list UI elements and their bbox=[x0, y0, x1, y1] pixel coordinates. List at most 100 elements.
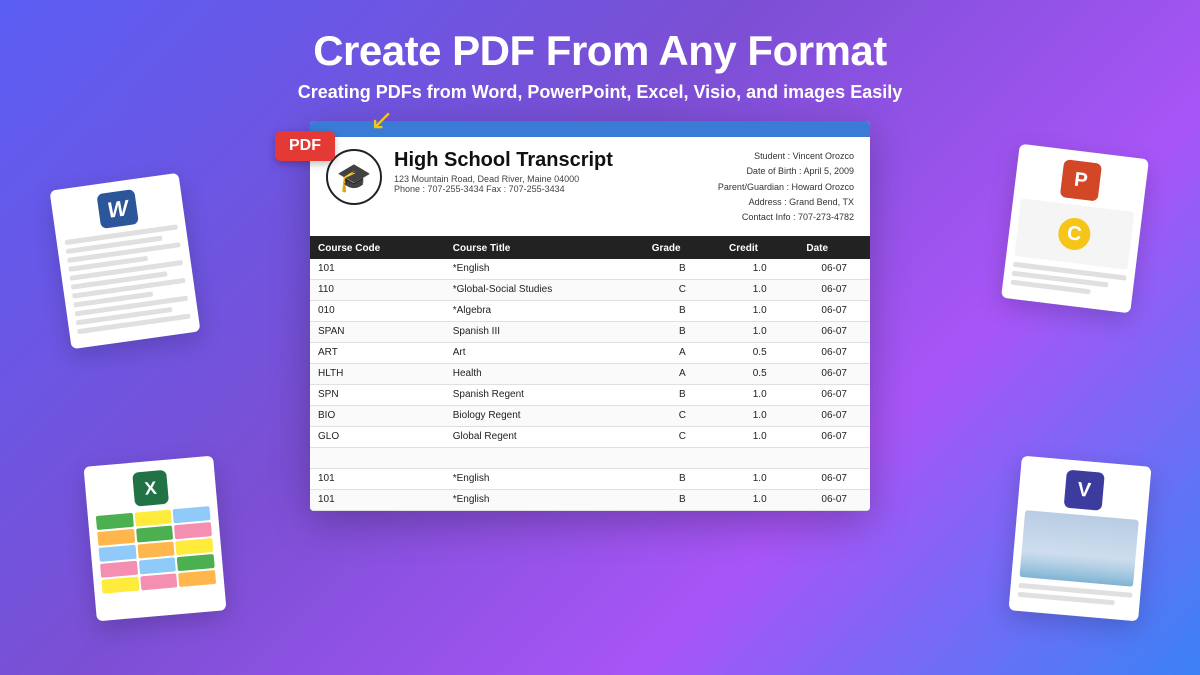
cell-title: Health bbox=[445, 363, 644, 384]
table-header-row: Course Code Course Title Grade Credit Da… bbox=[310, 238, 870, 259]
cell-date: 06-07 bbox=[798, 300, 870, 321]
curved-arrow-icon: ↙ bbox=[370, 103, 393, 136]
cell-title: *English bbox=[445, 489, 644, 510]
cell-title: *English bbox=[445, 468, 644, 489]
cell-grade: B bbox=[644, 468, 721, 489]
table-row: 101 *English B 1.0 06-07 bbox=[310, 489, 870, 510]
cell-credit: 0.5 bbox=[721, 363, 798, 384]
excel-document-float: X bbox=[83, 456, 226, 622]
table-row: SPN Spanish Regent B 1.0 06-07 bbox=[310, 384, 870, 405]
hero-title: Create PDF From Any Format bbox=[0, 0, 1200, 74]
excel-grid bbox=[96, 506, 218, 611]
cell-grade: B bbox=[644, 300, 721, 321]
cell-date: 06-07 bbox=[798, 405, 870, 426]
cell-grade: B bbox=[644, 489, 721, 510]
table-row: 010 *Algebra B 1.0 06-07 bbox=[310, 300, 870, 321]
cell-code: HLTH bbox=[310, 363, 445, 384]
cell-grade: B bbox=[644, 259, 721, 280]
cell-title: Art bbox=[445, 342, 644, 363]
cell-grade: A bbox=[644, 363, 721, 384]
cell-credit: 1.0 bbox=[721, 300, 798, 321]
col-header-grade: Grade bbox=[644, 238, 721, 259]
school-title: High School Transcript bbox=[394, 149, 718, 172]
student-parent: Parent/Guardian : Howard Orozco bbox=[718, 180, 854, 195]
cell-date: 06-07 bbox=[798, 363, 870, 384]
student-info: Student : Vincent Orozco Date of Birth :… bbox=[718, 149, 854, 225]
cell-code: BIO bbox=[310, 405, 445, 426]
transcript-topbar bbox=[310, 121, 870, 137]
cell-code: SPAN bbox=[310, 321, 445, 342]
word-doc-lines bbox=[65, 225, 192, 339]
cell-code: 101 bbox=[310, 468, 445, 489]
transcript-document: 🎓 High School Transcript 123 Mountain Ro… bbox=[310, 121, 870, 510]
cell-grade: C bbox=[644, 405, 721, 426]
cell-credit: 1.0 bbox=[721, 426, 798, 447]
cell-title: *Global-Social Studies bbox=[445, 279, 644, 300]
content-area: W X P bbox=[0, 121, 1200, 611]
cell-grade: A bbox=[644, 342, 721, 363]
cell-credit: 1.0 bbox=[721, 321, 798, 342]
cell-code: ART bbox=[310, 342, 445, 363]
school-address: 123 Mountain Road, Dead River, Maine 040… bbox=[394, 174, 718, 184]
cell-code: 101 bbox=[310, 259, 445, 280]
cell-grade: B bbox=[644, 384, 721, 405]
table-row: BIO Biology Regent C 1.0 06-07 bbox=[310, 405, 870, 426]
cell-date: 06-07 bbox=[798, 342, 870, 363]
cell-title: Spanish Regent bbox=[445, 384, 644, 405]
school-phone: Phone : 707-255-3434 Fax : 707-255-3434 bbox=[394, 184, 718, 194]
cell-title: Global Regent bbox=[445, 426, 644, 447]
ppt-icon: P bbox=[1060, 159, 1102, 201]
cell-date: 06-07 bbox=[798, 279, 870, 300]
table-row: 110 *Global-Social Studies C 1.0 06-07 bbox=[310, 279, 870, 300]
cell-credit: 1.0 bbox=[721, 279, 798, 300]
cell-title: Biology Regent bbox=[445, 405, 644, 426]
cell-title: Spanish III bbox=[445, 321, 644, 342]
col-header-credit: Credit bbox=[721, 238, 798, 259]
cell-date: 06-07 bbox=[798, 321, 870, 342]
excel-icon: X bbox=[132, 470, 169, 507]
visio-document-float: V bbox=[1008, 456, 1151, 622]
cell-credit: 1.0 bbox=[721, 405, 798, 426]
cell-title: *Algebra bbox=[445, 300, 644, 321]
table-row: 101 *English B 1.0 06-07 bbox=[310, 259, 870, 280]
pdf-badge: PDF bbox=[275, 131, 335, 161]
col-header-code: Course Code bbox=[310, 238, 445, 259]
table-row: ART Art A 0.5 06-07 bbox=[310, 342, 870, 363]
transcript-header: 🎓 High School Transcript 123 Mountain Ro… bbox=[310, 137, 870, 237]
visio-icon: V bbox=[1064, 470, 1105, 511]
cell-credit: 1.0 bbox=[721, 468, 798, 489]
word-document-float: W bbox=[49, 173, 200, 350]
table-row: GLO Global Regent C 1.0 06-07 bbox=[310, 426, 870, 447]
cell-code: 010 bbox=[310, 300, 445, 321]
cell-date: 06-07 bbox=[798, 384, 870, 405]
table-row bbox=[310, 447, 870, 468]
cell-grade: C bbox=[644, 279, 721, 300]
col-header-date: Date bbox=[798, 238, 870, 259]
cell-date: 06-07 bbox=[798, 426, 870, 447]
cell-grade: C bbox=[644, 426, 721, 447]
student-contact: Contact Info : 707-273-4782 bbox=[718, 210, 854, 225]
cell-credit: 1.0 bbox=[721, 259, 798, 280]
cell-credit: 1.0 bbox=[721, 489, 798, 510]
cell-title: *English bbox=[445, 259, 644, 280]
hero-subtitle: Creating PDFs from Word, PowerPoint, Exc… bbox=[0, 82, 1200, 103]
cell-code: GLO bbox=[310, 426, 445, 447]
cell-grade: B bbox=[644, 321, 721, 342]
word-icon: W bbox=[96, 189, 139, 229]
student-name: Student : Vincent Orozco bbox=[718, 149, 854, 164]
cell-code: 101 bbox=[310, 489, 445, 510]
cell-credit: 1.0 bbox=[721, 384, 798, 405]
cell-code: SPN bbox=[310, 384, 445, 405]
student-address: Address : Grand Bend, TX bbox=[718, 195, 854, 210]
transcript-table: Course Code Course Title Grade Credit Da… bbox=[310, 238, 870, 511]
cell-code: 110 bbox=[310, 279, 445, 300]
school-info: High School Transcript 123 Mountain Road… bbox=[394, 149, 718, 194]
cell-date: 06-07 bbox=[798, 259, 870, 280]
table-row: SPAN Spanish III B 1.0 06-07 bbox=[310, 321, 870, 342]
table-row: 101 *English B 1.0 06-07 bbox=[310, 468, 870, 489]
cell-date: 06-07 bbox=[798, 468, 870, 489]
cell-date: 06-07 bbox=[798, 489, 870, 510]
col-header-title: Course Title bbox=[445, 238, 644, 259]
student-dob: Date of Birth : April 5, 2009 bbox=[718, 164, 854, 179]
cell-credit: 0.5 bbox=[721, 342, 798, 363]
